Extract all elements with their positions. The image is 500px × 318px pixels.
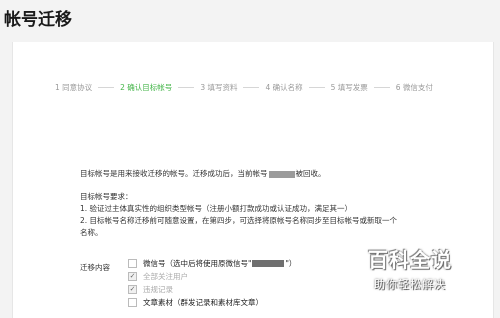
option-wechat-id[interactable]: 微信号（选中后将使用原微信号" "） xyxy=(128,258,296,269)
requirement-1: 1. 验证过主体真实性的组织类型帐号（注册小额打款成功或认证成功，满足其一） xyxy=(80,204,353,213)
option-violations: ✓ 违规记录 xyxy=(128,284,173,295)
intro-text: 目标帐号是用来接收迁移的帐号。迁移成功后，当前帐号 被回收。 xyxy=(80,168,326,180)
watermark-subtitle: 助你轻松解决 xyxy=(374,278,446,291)
migration-content-label: 迁移内容 xyxy=(80,263,110,272)
option-wechat-id-prefix: 微信号（选中后将使用原微信号" xyxy=(143,259,252,268)
step-3: 3 填写资料 xyxy=(200,82,238,92)
step-separator xyxy=(243,86,260,88)
intro-part2: 被回收。 xyxy=(295,169,326,178)
step-2-active: 2 确认目标帐号 xyxy=(120,82,173,92)
watermark-title: 百科全说 xyxy=(368,248,452,272)
step-4: 4 确认名称 xyxy=(265,82,303,92)
step-progress: 1 同意协议 2 确认目标帐号 3 填写资料 4 确认名称 5 填写发票 6 微… xyxy=(55,79,433,95)
step-6: 6 微信支付 xyxy=(395,82,433,92)
checkbox-violations: ✓ xyxy=(128,285,137,294)
redacted-account-name xyxy=(268,170,295,178)
requirements-title: 目标帐号要求： xyxy=(80,192,133,201)
step-1: 1 同意协议 xyxy=(55,82,93,92)
step-separator xyxy=(98,86,115,88)
step-separator xyxy=(373,86,390,88)
step-separator xyxy=(178,86,195,88)
checkbox-followers: ✓ xyxy=(128,272,137,281)
checkbox-articles[interactable] xyxy=(128,298,137,307)
requirement-2-cont: 名称。 xyxy=(80,228,103,237)
watermark: 百科全说 助你轻松解决 xyxy=(368,244,452,292)
checkbox-wechat-id[interactable] xyxy=(128,259,137,268)
page-title: 帐号迁移 xyxy=(4,10,72,30)
requirements: 目标帐号要求： 1. 验证过主体真实性的组织类型帐号（注册小额打款成功或认证成功… xyxy=(80,191,397,239)
redacted-wechat-id xyxy=(252,260,285,267)
step-5: 5 填写发票 xyxy=(330,82,368,92)
option-followers-label: 全部关注用户 xyxy=(143,272,188,281)
option-articles-label: 文章素材（群发记录和素材库文章） xyxy=(143,298,263,307)
option-wechat-id-suffix: "） xyxy=(285,259,297,268)
option-articles[interactable]: 文章素材（群发记录和素材库文章） xyxy=(128,297,263,308)
requirement-2: 2. 目标帐号名称迁移前可随意设置，在第四步，可选择将原帐号名称同步至目标帐号或… xyxy=(80,216,398,225)
intro-part1: 目标帐号是用来接收迁移的帐号。迁移成功后，当前帐号 xyxy=(80,169,268,178)
option-followers: ✓ 全部关注用户 xyxy=(128,271,188,282)
step-separator xyxy=(308,86,325,88)
option-violations-label: 违规记录 xyxy=(143,285,173,294)
